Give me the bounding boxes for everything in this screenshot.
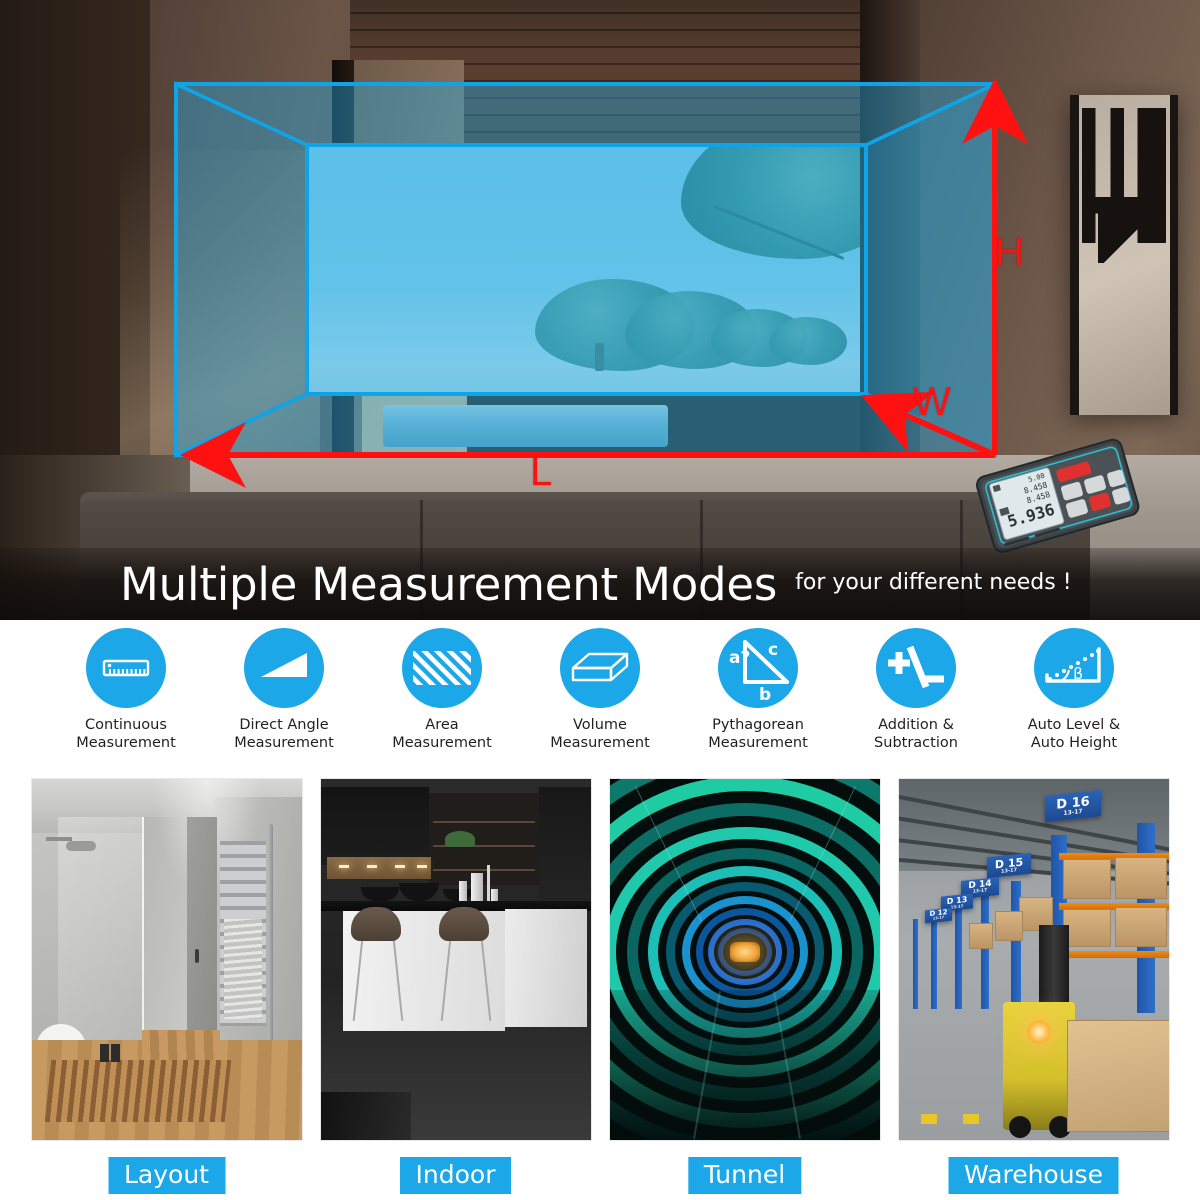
mode-direct-angle-measurement[interactable]: Direct Angle Measurement	[208, 628, 360, 775]
mode-label: Area Measurement	[392, 717, 492, 751]
window-landscape-view	[307, 145, 867, 395]
mode-auto-level-auto-height[interactable]: β Auto Level & Auto Height	[998, 628, 1150, 775]
ruler-icon	[86, 628, 166, 708]
tree	[769, 317, 847, 365]
measurement-modes-strip: Continuous Measurement Direct Angle Meas…	[0, 620, 1200, 775]
mode-continuous-measurement[interactable]: Continuous Measurement	[50, 628, 202, 775]
mode-volume-measurement[interactable]: Volume Measurement	[524, 628, 676, 775]
artwork-graphic-lower	[1098, 205, 1156, 263]
svg-text:c: c	[768, 640, 778, 660]
tree-trunk	[595, 343, 604, 371]
mode-label: Addition & Subtraction	[874, 717, 958, 751]
right-triangle-icon: a? c b	[718, 628, 798, 708]
scene-caption: Warehouse	[948, 1157, 1119, 1194]
3d-box-icon	[560, 628, 640, 708]
hatched-area-icon	[402, 628, 482, 708]
tunnel-photo	[609, 779, 880, 1140]
coffee-table	[383, 405, 668, 447]
artwork-right-edge	[1170, 95, 1178, 415]
warehouse-aisle-sign: D 15 13-17	[986, 852, 1031, 879]
pallet-load	[1066, 1020, 1169, 1132]
scene-warehouse[interactable]: D 16 13-17 D 15 13-17 D 14 13-17 D 13 13…	[897, 778, 1170, 1200]
warehouse-aisle-sign: D 12 13-17	[924, 907, 952, 924]
scene-caption: Tunnel	[687, 1157, 802, 1194]
artwork-left-edge	[1070, 95, 1079, 415]
angle-wedge-icon	[244, 628, 324, 708]
svg-text:b: b	[759, 685, 771, 703]
scene-photo-warehouse: D 16 13-17 D 15 13-17 D 14 13-17 D 13 13…	[897, 778, 1170, 1141]
scene-photo-tunnel	[608, 778, 881, 1141]
application-scenes: Layout Indoor Tunnel D 16 13-17 D 15 13-…	[0, 778, 1200, 1200]
mode-label: Auto Level & Auto Height	[1027, 717, 1121, 751]
scene-caption: Indoor	[399, 1157, 512, 1194]
scene-tunnel[interactable]: Tunnel	[608, 778, 881, 1200]
scene-layout[interactable]: Layout	[30, 778, 303, 1200]
angle-beta-icon: β	[1034, 628, 1114, 708]
mode-pythagorean-measurement[interactable]: a? c b Pythagorean Measurement	[682, 628, 834, 775]
mode-area-measurement[interactable]: Area Measurement	[366, 628, 518, 775]
laser-distance-meter: 5.00 8.458 8.458 5.936	[975, 435, 1140, 560]
plus-minus-icon	[876, 628, 956, 708]
svg-text:β: β	[1073, 664, 1083, 683]
page-subtitle: for your different needs !	[795, 569, 1072, 595]
foreground-tree	[681, 145, 867, 259]
scene-indoor[interactable]: Indoor	[319, 778, 592, 1200]
mode-label: Pythagorean Measurement	[708, 717, 808, 751]
mode-label: Direct Angle Measurement	[234, 717, 334, 751]
length-label: L	[530, 450, 553, 494]
bathroom-photo	[31, 779, 302, 1140]
height-label: H	[995, 230, 1024, 274]
kitchen-photo	[320, 779, 591, 1140]
mode-label: Continuous Measurement	[76, 717, 176, 751]
warehouse-photo: D 16 13-17 D 15 13-17 D 14 13-17 D 13 13…	[898, 779, 1169, 1140]
svg-text:a?: a?	[729, 648, 750, 668]
mode-label: Volume Measurement	[550, 717, 650, 751]
hero-title-band: Multiple Measurement Modes for your diff…	[0, 548, 1200, 620]
scene-caption: Layout	[108, 1157, 225, 1194]
scene-photo-layout	[30, 778, 303, 1141]
page-title: Multiple Measurement Modes	[120, 557, 778, 611]
scene-photo-indoor	[319, 778, 592, 1141]
mode-addition-subtraction[interactable]: Addition & Subtraction	[840, 628, 992, 775]
product-infographic: L W H 5.00 8.458 8.458 5.936 Multiple Me…	[0, 0, 1200, 1200]
hero-room-photo: L W H 5.00 8.458 8.458 5.936 Multiple Me…	[0, 0, 1200, 620]
width-label: W	[913, 380, 951, 424]
